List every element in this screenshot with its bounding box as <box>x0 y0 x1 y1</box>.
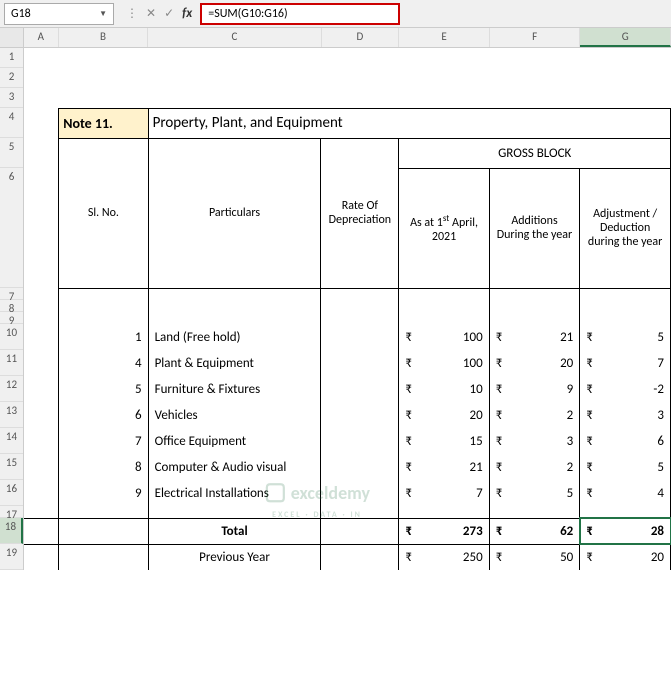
row-header[interactable]: 11 <box>0 350 23 376</box>
table-row: 9Electrical Installations754 <box>24 480 671 506</box>
header-as-at[interactable]: As at 1st April, 2021 <box>399 168 489 288</box>
title-cell[interactable]: Property, Plant, and Equipment <box>148 108 670 138</box>
table-row: 5Furniture & Fixtures109-2 <box>24 376 671 402</box>
table-row <box>24 300 671 312</box>
chevron-down-icon[interactable]: ▼ <box>99 9 107 19</box>
row-header[interactable]: 12 <box>0 376 23 402</box>
row-header[interactable]: 9 <box>0 312 23 324</box>
active-cell[interactable]: 28 <box>580 518 671 544</box>
col-header-e[interactable]: E <box>399 28 490 47</box>
prev-year-row: Previous Year2505020 <box>24 544 671 570</box>
header-gross-block[interactable]: GROSS BLOCK <box>399 138 671 168</box>
table-row <box>24 48 671 68</box>
row-headers: 1 2 3 4 5 6 7 8 9 10 11 12 13 14 15 16 1… <box>0 48 24 570</box>
table-row: 1Land (Free hold)100215 <box>24 324 671 350</box>
row-header[interactable]: 3 <box>0 88 23 108</box>
table-row <box>24 312 671 324</box>
sheet-content[interactable]: Note 11. Property, Plant, and Equipment … <box>24 48 671 570</box>
cancel-icon[interactable]: ✕ <box>146 6 156 21</box>
row-header[interactable]: 17 <box>0 506 23 518</box>
name-box-value: G18 <box>11 7 31 21</box>
check-icon[interactable]: ✓ <box>164 6 174 21</box>
row-header[interactable]: 19 <box>0 544 23 570</box>
header-rate[interactable]: Rate Of Depreciation <box>321 138 399 288</box>
table-row: Note 11. Property, Plant, and Equipment <box>24 108 671 138</box>
row-header[interactable]: 4 <box>0 108 23 138</box>
header-particulars[interactable]: Particulars <box>148 138 321 288</box>
table-row: 8Computer & Audio visual2125 <box>24 454 671 480</box>
row-header[interactable]: 8 <box>0 300 23 312</box>
row-header[interactable]: 6 <box>0 168 23 288</box>
col-header-d[interactable]: D <box>322 28 400 47</box>
col-header-f[interactable]: F <box>490 28 581 47</box>
table-row <box>24 288 671 300</box>
row-header[interactable]: 1 <box>0 48 23 68</box>
row-header[interactable]: 18 <box>0 518 23 544</box>
row-header[interactable]: 10 <box>0 324 23 350</box>
col-header-c[interactable]: C <box>148 28 321 47</box>
col-header-b[interactable]: B <box>59 28 149 47</box>
table-row: 7Office Equipment1536 <box>24 428 671 454</box>
grid-container: A B C D E F G 1 2 3 4 5 6 7 8 9 10 11 12… <box>0 28 671 570</box>
row-header[interactable]: 16 <box>0 480 23 506</box>
column-headers: A B C D E F G <box>0 28 671 48</box>
row-header[interactable]: 15 <box>0 454 23 480</box>
table-row <box>24 68 671 88</box>
table-row: 4Plant & Equipment100207 <box>24 350 671 376</box>
row-header[interactable]: 5 <box>0 138 23 168</box>
row-header[interactable]: 13 <box>0 402 23 428</box>
col-header-g[interactable]: G <box>580 28 671 47</box>
fx-icon[interactable]: fx <box>182 6 192 21</box>
note-cell[interactable]: Note 11. <box>59 108 148 138</box>
fx-controls: ⋮ ✕ ✓ fx <box>118 6 200 21</box>
divider-icon: ⋮ <box>126 6 138 21</box>
total-row: Total2736228 <box>24 518 671 544</box>
row-header[interactable]: 7 <box>0 288 23 300</box>
table-row: 6Vehicles2023 <box>24 402 671 428</box>
table-row: Sl. No. Particulars Rate Of Depreciation… <box>24 138 671 168</box>
spreadsheet-table: Note 11. Property, Plant, and Equipment … <box>24 48 671 570</box>
row-header[interactable]: 14 <box>0 428 23 454</box>
row-header[interactable]: 2 <box>0 68 23 88</box>
formula-bar: G18 ▼ ⋮ ✕ ✓ fx =SUM(G10:G16) <box>0 0 671 28</box>
col-header-a[interactable]: A <box>24 28 59 47</box>
select-all-corner[interactable] <box>0 28 24 47</box>
formula-input[interactable]: =SUM(G10:G16) <box>200 3 400 25</box>
name-box[interactable]: G18 ▼ <box>4 3 114 25</box>
header-additions[interactable]: Additions During the year <box>489 168 580 288</box>
table-row <box>24 506 671 518</box>
header-adjustment[interactable]: Adjustment / Deduction during the year <box>580 168 671 288</box>
header-slno[interactable]: Sl. No. <box>59 138 148 288</box>
table-row <box>24 88 671 108</box>
